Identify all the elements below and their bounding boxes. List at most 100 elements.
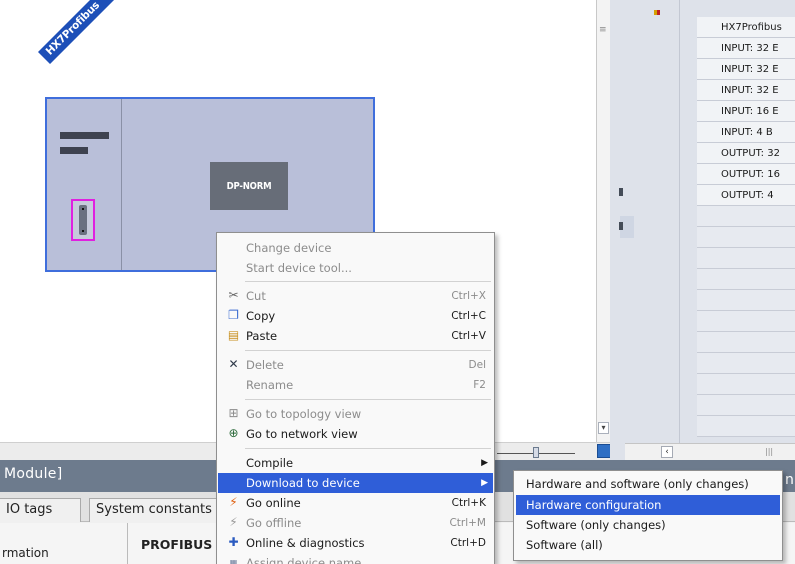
module-color-marker bbox=[654, 0, 664, 15]
table-row[interactable]: OUTPUT: 16 bbox=[697, 164, 795, 185]
submenu-item-hardware-configuration[interactable]: Hardware configuration bbox=[516, 495, 780, 515]
menu-shortcut: Del bbox=[468, 359, 486, 371]
menu-item-label: Download to device bbox=[246, 476, 360, 490]
port-pin bbox=[82, 208, 84, 210]
download-submenu: Hardware and software (only changes) Har… bbox=[513, 470, 783, 561]
menu-separator bbox=[245, 350, 491, 351]
paste-icon: ▤ bbox=[227, 328, 240, 342]
dp-norm-module[interactable]: DP-NORM bbox=[210, 162, 288, 210]
splitter-arrow-icon[interactable] bbox=[619, 222, 623, 230]
menu-separator bbox=[245, 448, 491, 449]
menu-shortcut: F2 bbox=[473, 379, 486, 391]
table-row[interactable] bbox=[697, 248, 795, 269]
table-row[interactable]: INPUT: 16 E bbox=[697, 101, 795, 122]
menu-item-compile[interactable]: Compile ▶ bbox=[218, 453, 493, 473]
table-row[interactable] bbox=[697, 353, 795, 374]
menu-item-download-to-device[interactable]: Download to device ▶ bbox=[218, 473, 493, 493]
submenu-item-hardware-and-software-changes[interactable]: Hardware and software (only changes) bbox=[516, 474, 780, 494]
scroll-down-button[interactable]: ▾ bbox=[598, 422, 609, 434]
table-row[interactable] bbox=[697, 290, 795, 311]
device-name-tag[interactable]: HX7Profibus bbox=[38, 0, 125, 65]
divider bbox=[127, 523, 128, 564]
menu-item-label: Compile bbox=[246, 456, 294, 470]
port-pin bbox=[82, 230, 84, 232]
menu-shortcut: Ctrl+X bbox=[451, 290, 486, 302]
device-head-module[interactable] bbox=[47, 99, 122, 270]
table-row[interactable] bbox=[697, 395, 795, 416]
go-offline-icon: ⚡ bbox=[229, 515, 238, 529]
menu-item-label: Copy bbox=[246, 309, 276, 323]
menu-item-go-to-network-view[interactable]: ⊕ Go to network view bbox=[218, 424, 493, 444]
submenu-item-software-all[interactable]: Software (all) bbox=[516, 535, 780, 555]
tab-system-constants[interactable]: System constants bbox=[89, 498, 219, 522]
copy-icon: ❐ bbox=[228, 308, 239, 322]
menu-shortcut: Ctrl+M bbox=[449, 517, 486, 529]
menu-item-change-device[interactable]: Change device bbox=[218, 238, 493, 258]
network-view-icon: ⊕ bbox=[228, 426, 239, 440]
table-row[interactable]: INPUT: 32 E bbox=[697, 59, 795, 80]
scroll-grip-icon: ≡ bbox=[599, 25, 607, 35]
table-row[interactable] bbox=[697, 416, 795, 437]
device-label-bar bbox=[60, 132, 109, 139]
table-horizontal-scrollbar[interactable]: ‹ ||| bbox=[625, 443, 795, 460]
splitter-arrow-icon[interactable] bbox=[619, 188, 623, 196]
menu-separator bbox=[245, 281, 491, 282]
profibus-section-heading[interactable]: PROFIBUS bbox=[141, 537, 212, 552]
delete-icon: ✕ bbox=[228, 357, 239, 371]
port-connector-icon bbox=[79, 205, 87, 235]
overview-navigation-icon[interactable] bbox=[597, 444, 611, 458]
menu-shortcut: Ctrl+V bbox=[451, 330, 486, 342]
menu-item-label: Assign device name bbox=[246, 556, 362, 564]
tab-io-tags[interactable]: IO tags bbox=[0, 498, 81, 522]
context-menu: Change device Start device tool... ✂ Cut… bbox=[216, 232, 495, 564]
menu-item-label: Go to network view bbox=[246, 427, 358, 441]
menu-separator bbox=[245, 399, 491, 400]
table-row[interactable]: INPUT: 32 E bbox=[697, 80, 795, 101]
scroll-grip-icon: ||| bbox=[765, 447, 774, 456]
scroll-left-button[interactable]: ‹ bbox=[661, 446, 673, 458]
menu-item-label: Cut bbox=[246, 289, 266, 303]
submenu-item-software-changes[interactable]: Software (only changes) bbox=[516, 515, 780, 535]
general-information-label[interactable]: rmation bbox=[2, 546, 49, 560]
table-row[interactable] bbox=[697, 206, 795, 227]
canvas-vertical-scrollbar[interactable]: ≡ ▾ bbox=[596, 0, 610, 445]
table-row[interactable]: INPUT: 32 E bbox=[697, 38, 795, 59]
scissors-icon: ✂ bbox=[228, 288, 239, 302]
table-row[interactable]: OUTPUT: 4 bbox=[697, 185, 795, 206]
menu-item-delete[interactable]: ✕ Delete Del bbox=[218, 355, 493, 375]
menu-item-go-offline[interactable]: ⚡ Go offline Ctrl+M bbox=[218, 513, 493, 533]
submenu-arrow-icon: ▶ bbox=[481, 478, 488, 488]
menu-shortcut: Ctrl+K bbox=[451, 497, 486, 509]
menu-item-label: Change device bbox=[246, 241, 332, 255]
menu-item-online-diagnostics[interactable]: ✚ Online & diagnostics Ctrl+D bbox=[218, 533, 493, 553]
menu-item-go-to-topology-view[interactable]: ⊞ Go to topology view bbox=[218, 404, 493, 424]
table-row[interactable] bbox=[697, 311, 795, 332]
menu-item-label: Online & diagnostics bbox=[246, 536, 365, 550]
table-row[interactable] bbox=[697, 332, 795, 353]
table-row[interactable] bbox=[697, 374, 795, 395]
go-online-icon: ⚡ bbox=[229, 495, 238, 509]
menu-item-start-device-tool[interactable]: Start device tool... bbox=[218, 258, 493, 278]
menu-shortcut: Ctrl+D bbox=[450, 537, 486, 549]
menu-item-go-online[interactable]: ⚡ Go online Ctrl+K bbox=[218, 493, 493, 513]
submenu-arrow-icon: ▶ bbox=[481, 458, 488, 468]
menu-item-label: Go online bbox=[246, 496, 301, 510]
table-row[interactable]: OUTPUT: 32 bbox=[697, 143, 795, 164]
table-row[interactable]: INPUT: 4 B bbox=[697, 122, 795, 143]
table-row[interactable] bbox=[697, 269, 795, 290]
menu-item-rename[interactable]: Rename F2 bbox=[218, 375, 493, 395]
menu-item-label: Paste bbox=[246, 329, 278, 343]
table-row[interactable] bbox=[697, 227, 795, 248]
device-label-bar bbox=[60, 147, 88, 154]
menu-item-label: Start device tool... bbox=[246, 261, 352, 275]
topology-view-icon: ⊞ bbox=[228, 406, 239, 420]
table-row[interactable]: HX7Profibus bbox=[697, 17, 795, 38]
menu-item-paste[interactable]: ▤ Paste Ctrl+V bbox=[218, 326, 493, 346]
profibus-port[interactable] bbox=[71, 199, 95, 241]
menu-item-assign-device-name[interactable]: ▦ Assign device name bbox=[218, 553, 493, 564]
menu-item-copy[interactable]: ❐ Copy Ctrl+C bbox=[218, 306, 493, 326]
menu-item-cut[interactable]: ✂ Cut Ctrl+X bbox=[218, 286, 493, 306]
menu-item-label: Go offline bbox=[246, 516, 302, 530]
zoom-slider-thumb[interactable] bbox=[533, 447, 539, 458]
diagnostics-icon: ✚ bbox=[228, 535, 239, 549]
